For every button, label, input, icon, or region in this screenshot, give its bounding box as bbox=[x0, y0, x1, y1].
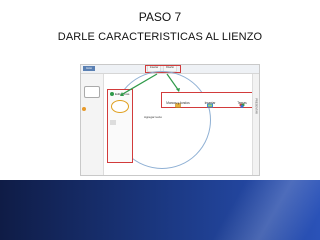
slide-title: PASO 7 bbox=[138, 10, 182, 24]
bottom-decorative-band bbox=[0, 180, 320, 240]
slide-subtitle: DARLE CARACTERISTICAS AL LIENZO bbox=[57, 31, 263, 43]
arrow-to-panel bbox=[120, 73, 158, 96]
arrow-to-toolbar bbox=[166, 73, 180, 92]
pointer-arrows bbox=[120, 73, 180, 96]
prezi-screenshot: Inicio Insertar Diseño Agregar texto Edi… bbox=[80, 64, 260, 176]
